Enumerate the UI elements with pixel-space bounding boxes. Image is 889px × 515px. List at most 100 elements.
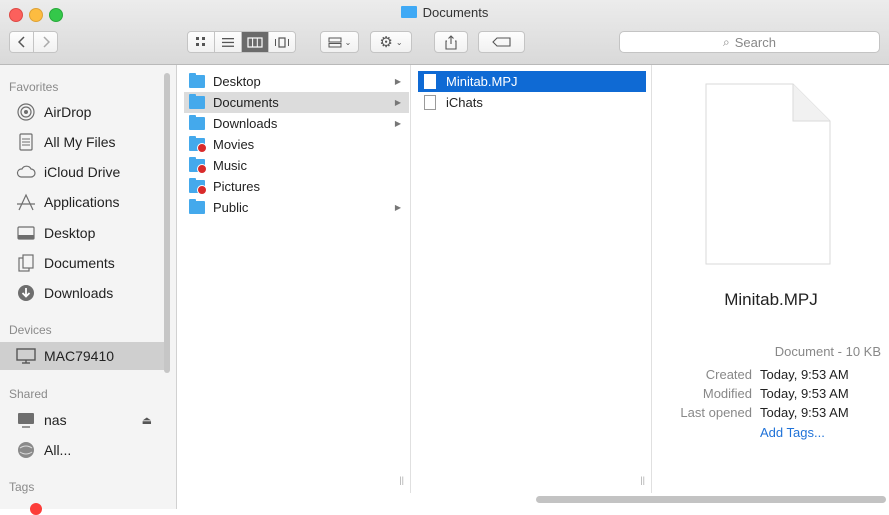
back-button[interactable] xyxy=(10,32,34,52)
cover-flow-icon xyxy=(275,36,289,48)
share-icon xyxy=(445,34,457,50)
meta-value: Today, 9:53 AM xyxy=(760,367,849,382)
forward-button[interactable] xyxy=(34,32,57,52)
window-title-text: Documents xyxy=(422,5,489,20)
column-view-button[interactable] xyxy=(242,32,269,52)
sidebar-item-label: All... xyxy=(44,442,72,458)
sidebar-item-label: All My Files xyxy=(44,134,116,150)
sidebar: Favorites AirDrop All My Files iCloud Dr… xyxy=(0,65,177,515)
sidebar-section-tags: Tags xyxy=(9,480,35,494)
action-button[interactable]: ⚙ ⌄ xyxy=(370,31,412,53)
search-icon: ⌕ xyxy=(723,34,730,49)
list-item-movies[interactable]: Movies xyxy=(184,134,409,155)
sidebar-section-devices: Devices xyxy=(9,323,52,337)
sidebar-item-all-my-files[interactable]: All My Files xyxy=(0,128,170,156)
item-label: Music xyxy=(213,158,247,173)
eject-icon[interactable]: ⏏ xyxy=(142,414,152,427)
window-title: Documents xyxy=(0,5,889,20)
cover-flow-button[interactable] xyxy=(269,32,295,52)
arrange-grid-icon xyxy=(328,37,342,47)
sidebar-item-desktop[interactable]: Desktop xyxy=(0,219,170,247)
applications-icon xyxy=(16,192,36,212)
share-button[interactable] xyxy=(434,31,468,53)
sidebar-item-downloads[interactable]: Downloads xyxy=(0,279,170,307)
column-resize-handle[interactable]: || xyxy=(399,475,404,485)
meta-last-opened: Last opened Today, 9:53 AM xyxy=(653,403,889,422)
documents-icon xyxy=(16,253,36,273)
sidebar-item-icloud-drive[interactable]: iCloud Drive xyxy=(0,158,170,186)
search-field[interactable]: ⌕ Search xyxy=(619,31,880,53)
chevron-down-icon: ⌄ xyxy=(344,37,352,47)
disclosure-arrow-icon: ▶ xyxy=(394,77,401,86)
folder-icon xyxy=(189,199,205,214)
meta-value: Today, 9:53 AM xyxy=(760,405,849,420)
sidebar-item-label: Applications xyxy=(44,194,120,210)
list-view-button[interactable] xyxy=(215,32,242,52)
meta-label: Last opened xyxy=(680,405,752,420)
horizontal-scrollbar[interactable] xyxy=(536,496,886,503)
list-item-ichats[interactable]: iChats xyxy=(418,92,646,113)
list-item-desktop[interactable]: Desktop ▶ xyxy=(184,71,409,92)
sidebar-item-label: nas xyxy=(44,412,67,428)
downloads-icon xyxy=(16,283,36,303)
add-tags-link[interactable]: Add Tags... xyxy=(760,425,825,440)
navigation-buttons xyxy=(9,31,58,53)
edit-tags-button[interactable] xyxy=(478,31,525,53)
computer-icon xyxy=(16,346,36,366)
network-icon xyxy=(16,440,36,460)
sidebar-item-mac79410[interactable]: MAC79410 xyxy=(0,342,170,370)
disclosure-arrow-icon: ▶ xyxy=(394,119,401,128)
list-item-minitab-mpj[interactable]: Minitab.MPJ xyxy=(418,71,646,92)
sidebar-item-label: Desktop xyxy=(44,225,96,241)
restricted-folder-icon xyxy=(189,136,207,153)
all-files-icon xyxy=(16,132,36,152)
icon-grid-icon xyxy=(196,37,205,46)
chevron-right-icon xyxy=(42,36,50,48)
folder-icon xyxy=(400,6,417,18)
chevron-left-icon xyxy=(17,36,25,48)
sidebar-scrollbar[interactable] xyxy=(164,73,170,373)
icon-view-button[interactable] xyxy=(188,32,215,52)
meta-created: Created Today, 9:53 AM xyxy=(653,365,889,384)
list-item-public[interactable]: Public ▶ xyxy=(184,197,409,218)
preview-pane: Minitab.MPJ Document - 10 KB Created Tod… xyxy=(653,65,889,493)
preview-kind-size: Document - 10 KB xyxy=(774,344,881,359)
item-label: Public xyxy=(213,200,249,215)
arrange-button[interactable]: ⌄ xyxy=(320,31,359,53)
search-placeholder: Search xyxy=(734,34,776,50)
meta-value: Today, 9:53 AM xyxy=(760,386,849,401)
item-label: iChats xyxy=(446,95,483,110)
chevron-down-icon: ⌄ xyxy=(395,37,403,47)
restricted-folder-icon xyxy=(189,178,207,195)
tag-icon xyxy=(491,37,511,47)
sidebar-item-applications[interactable]: Applications xyxy=(0,188,170,216)
sidebar-item-airdrop[interactable]: AirDrop xyxy=(0,98,170,126)
sidebar-item-label: Downloads xyxy=(44,285,114,301)
desktop-icon xyxy=(16,223,36,243)
browser-column-documents: Minitab.MPJ iChats || xyxy=(412,65,652,493)
sidebar-item-label: AirDrop xyxy=(44,104,92,120)
sidebar-item-documents[interactable]: Documents xyxy=(0,249,170,277)
column-resize-handle[interactable]: || xyxy=(640,475,645,485)
disclosure-arrow-icon: ▶ xyxy=(394,98,401,107)
sidebar-section-favorites: Favorites xyxy=(9,80,59,94)
sidebar-item-nas[interactable]: nas ⏏ xyxy=(0,406,170,434)
meta-label: Created xyxy=(705,367,752,382)
item-label: Minitab.MPJ xyxy=(446,74,518,89)
no-access-badge-icon xyxy=(197,164,207,174)
folder-icon xyxy=(189,94,205,109)
no-access-badge-icon xyxy=(197,143,207,153)
browser-column-home: Desktop ▶ Documents ▶ Downloads ▶ Movies… xyxy=(178,65,411,493)
list-item-documents[interactable]: Documents ▶ xyxy=(184,92,409,113)
list-item-pictures[interactable]: Pictures xyxy=(184,176,409,197)
cloud-icon xyxy=(16,162,36,182)
tag-red-dot[interactable] xyxy=(30,503,42,515)
document-preview-icon xyxy=(705,83,831,265)
sidebar-item-all-shared[interactable]: All... xyxy=(0,436,170,464)
list-item-music[interactable]: Music xyxy=(184,155,409,176)
list-item-downloads[interactable]: Downloads ▶ xyxy=(184,113,409,134)
disclosure-arrow-icon: ▶ xyxy=(394,203,401,212)
columns-icon xyxy=(247,36,263,48)
preview-file-name: Minitab.MPJ xyxy=(724,290,818,309)
folder-icon xyxy=(189,115,205,130)
